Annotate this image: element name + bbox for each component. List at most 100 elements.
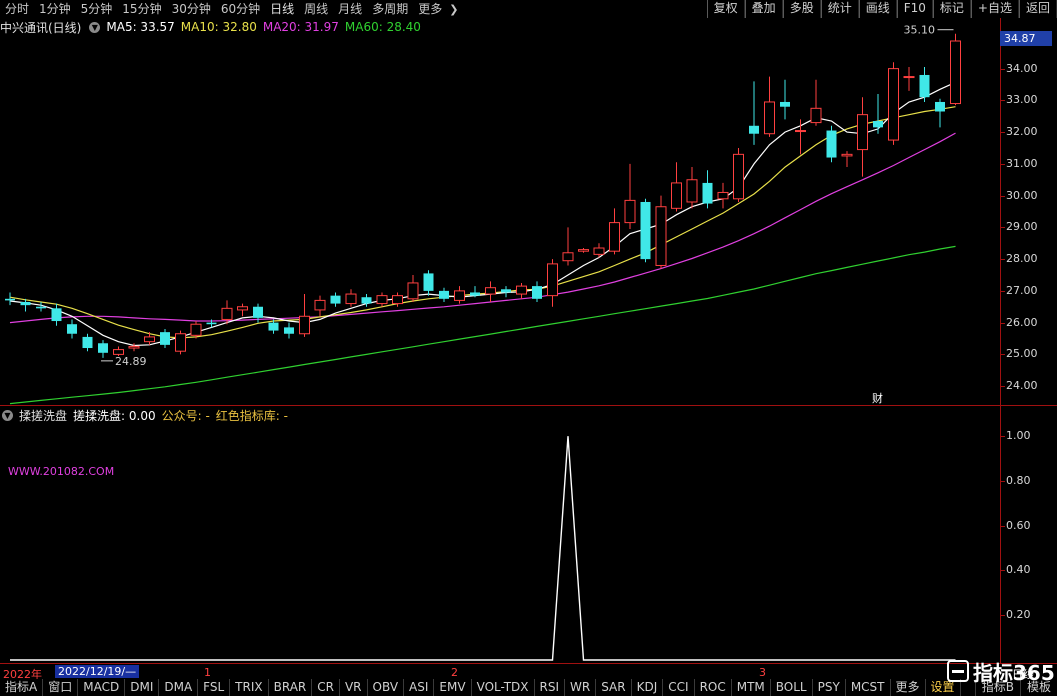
candle-body: [888, 68, 899, 141]
price-tick-label: 24.00: [1006, 379, 1038, 393]
price-tick-label: 29.00: [1006, 220, 1038, 234]
candle-body: [314, 299, 326, 311]
candle-body: [578, 249, 589, 252]
watermark-logo-icon: [947, 660, 969, 682]
candle-body: [330, 295, 341, 304]
indicator-tab[interactable]: SAR: [596, 679, 632, 696]
indicator-tab[interactable]: 指标A: [0, 679, 44, 696]
indicator-tab[interactable]: DMI: [125, 679, 160, 696]
high-price-label: 35.10: [904, 24, 936, 37]
indicator-tab[interactable]: CCI: [663, 679, 695, 696]
candle-body: [547, 263, 558, 297]
candle-body: [655, 206, 667, 266]
axis-tick-mark: [1001, 570, 1005, 572]
price-tick-label: 25.00: [1006, 347, 1038, 361]
axis-tick-mark: [1001, 525, 1005, 527]
candle-body: [532, 286, 542, 299]
candle-body: [950, 40, 961, 105]
indicator-tab[interactable]: DMA: [159, 679, 199, 696]
current-price-badge: 34.87: [1000, 31, 1052, 46]
indicator-tab[interactable]: TRIX: [230, 679, 269, 696]
candle-body: [423, 273, 434, 291]
candle-body: [485, 287, 496, 295]
indicator-tab[interactable]: ASI: [404, 679, 435, 696]
axis-tick-mark: [1001, 290, 1005, 292]
axis-tick-mark: [1001, 480, 1005, 482]
indicator-tab[interactable]: MTM: [732, 679, 771, 696]
candle-body: [345, 293, 357, 305]
month-label-2: 2: [451, 666, 458, 679]
candle-body: [671, 182, 682, 209]
candle-body: [237, 306, 248, 311]
candle-body: [144, 336, 155, 343]
indicator-tab[interactable]: CR: [312, 679, 340, 696]
candle-body: [562, 252, 574, 262]
candle-body: [764, 101, 775, 135]
candle-body: [609, 222, 620, 252]
axis-tick-mark: [1001, 436, 1005, 438]
indicator-tab-bar: 指标A 窗口 MACD DMI DMA FSL TRIX BRAR CR VR OBV ASI EMV V…: [0, 679, 1057, 696]
price-tick-label: 34.00: [1006, 61, 1038, 75]
price-tick-label: 28.00: [1006, 252, 1038, 266]
candle-body: [67, 324, 77, 334]
indicator-tab[interactable]: 窗口: [43, 679, 79, 696]
indicator-tab[interactable]: RSI: [535, 679, 566, 696]
indicator-tab[interactable]: BRAR: [269, 679, 313, 696]
candle-body: [376, 295, 388, 305]
candle-body: [221, 307, 233, 320]
finance-badge[interactable]: 财: [872, 390, 883, 406]
indicator-tab[interactable]: FSL: [198, 679, 231, 696]
candle-body: [903, 76, 915, 79]
indicator-tab[interactable]: EMV: [434, 679, 472, 696]
candle-body: [206, 322, 217, 325]
indicator-tick-label: 0.20: [1006, 608, 1031, 622]
indicator-tab[interactable]: OBV: [368, 679, 405, 696]
month-label-3: 3: [759, 666, 766, 679]
candle-body: [454, 290, 465, 301]
candle-body: [702, 182, 713, 204]
candle-body: [5, 298, 15, 301]
indicator-tab[interactable]: KDJ: [632, 679, 664, 696]
indicator-tab[interactable]: VR: [340, 679, 368, 696]
axis-tick-mark: [1001, 100, 1005, 102]
month-label-1: 1: [204, 666, 211, 679]
candle-body: [51, 308, 62, 322]
candle-body: [82, 336, 93, 349]
candle-body: [160, 332, 170, 345]
candle-body: [857, 114, 868, 151]
watermark-text: 指标365: [973, 660, 1055, 685]
panel-divider: [0, 405, 1000, 406]
candle-body: [795, 130, 806, 133]
axis-tick-mark: [1001, 354, 1005, 356]
time-axis-bar: 2022年 2022/12/19/— 1 2 3 日线: [0, 663, 1057, 681]
candle-body: [36, 306, 46, 309]
axis-tick-mark: [1001, 386, 1005, 388]
low-price-label: 24.89: [115, 355, 147, 368]
indicator-tab[interactable]: PSY: [813, 679, 846, 696]
candle-body: [826, 130, 837, 158]
watermark: 指标365: [947, 655, 1055, 687]
candle-body: [439, 290, 449, 299]
candle-body: [361, 297, 372, 304]
indicator-line: [10, 436, 956, 661]
indicator-tab[interactable]: MCST: [846, 679, 891, 696]
price-tick-label: 27.00: [1006, 283, 1038, 297]
candle-body: [873, 121, 883, 128]
candle-body: [640, 201, 651, 260]
toolbar-button[interactable]: 返回: [1018, 0, 1057, 18]
candle-body: [407, 282, 419, 300]
candle-body: [20, 301, 31, 306]
indicator-tab[interactable]: BOLL: [771, 679, 813, 696]
indicator-tick-label: 0.80: [1006, 473, 1031, 487]
candle-body: [175, 333, 186, 352]
indicator-tab[interactable]: 更多: [891, 679, 926, 696]
candle-body: [516, 285, 527, 295]
indicator-tab[interactable]: VOL-TDX: [472, 679, 535, 696]
ma60-line: [9, 245, 956, 405]
indicator-tab[interactable]: ROC: [695, 679, 732, 696]
indicator-tab[interactable]: WR: [565, 679, 597, 696]
candle-body: [470, 292, 480, 296]
axis-tick-mark: [1001, 195, 1005, 197]
indicator-tab[interactable]: MACD: [78, 679, 126, 696]
indicator-tick-label: 0.60: [1006, 518, 1031, 532]
